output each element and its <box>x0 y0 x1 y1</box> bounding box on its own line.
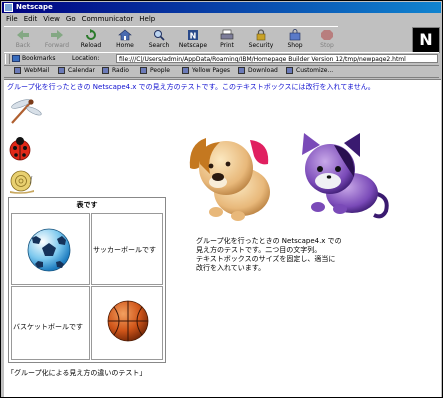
bookmark-icon <box>140 67 147 74</box>
location-field[interactable]: file:///C|/Users/admin/AppData/Roaming/I… <box>116 54 438 63</box>
navigation-toolbar: Back Forward Reload Home Search N Netsca… <box>4 26 338 53</box>
bookmarks-label: Bookmarks <box>22 55 56 62</box>
dog-icon <box>189 138 270 221</box>
browser-window: Netscape File Edit View Go Communicator Help … <box>0 0 443 398</box>
print-icon <box>220 29 234 40</box>
forward-button[interactable]: Forward <box>40 28 74 51</box>
dragonfly-icon <box>11 99 42 124</box>
basketball-text: バスケットボールです <box>13 323 83 331</box>
location-label: Location: <box>72 55 100 62</box>
svg-text:N: N <box>190 32 197 41</box>
netscape-logo[interactable]: N <box>412 27 440 53</box>
bookmark-icon <box>182 67 189 74</box>
search-icon <box>154 30 165 41</box>
netscape-button[interactable]: N Netscape <box>176 28 210 51</box>
netscape-icon: N <box>188 30 198 41</box>
desc-line: グループ化を行ったときの Netscape4.x での <box>196 237 342 245</box>
menu-go[interactable]: Go <box>66 15 76 23</box>
stop-icon <box>321 30 333 40</box>
page-headline: グループ化を行ったときの Netscape4.x での見え方のテストです。このテ… <box>7 83 375 91</box>
bookmark-icon <box>102 67 109 74</box>
print-button[interactable]: Print <box>210 28 244 51</box>
bookmarks-button[interactable]: Bookmarks <box>12 54 56 64</box>
home-button[interactable]: Home <box>108 28 142 51</box>
soccer-text: サッカーボールです <box>93 246 156 254</box>
menu-communicator[interactable]: Communicator <box>82 15 134 23</box>
netscape-app-icon <box>4 3 13 12</box>
basketball-icon <box>107 300 149 342</box>
menu-bar: File Edit View Go Communicator Help <box>3 14 440 25</box>
lock-icon <box>256 29 266 41</box>
menu-view[interactable]: View <box>43 15 60 23</box>
forward-arrow-icon <box>51 30 63 40</box>
soccer-ball-icon <box>27 228 71 272</box>
ladybug-icon <box>9 137 31 161</box>
cat-icon <box>302 133 389 219</box>
window-title: Netscape <box>16 3 53 11</box>
stop-button[interactable]: Stop <box>310 28 344 51</box>
description-textbox: グループ化を行ったときの Netscape4.x での 見え方のテストです。二つ… <box>196 237 346 273</box>
search-button[interactable]: Search <box>142 28 176 51</box>
link-customize[interactable]: Customize... <box>286 66 333 76</box>
shop-button[interactable]: Shop <box>278 28 312 51</box>
back-button[interactable]: Back <box>6 28 40 51</box>
snail-icon <box>10 170 34 194</box>
bookmark-icon <box>14 67 21 74</box>
link-download[interactable]: Download <box>238 66 278 76</box>
desc-line: テキストボックスのサイズを固定し、適当に <box>196 255 336 263</box>
menu-help[interactable]: Help <box>139 15 155 23</box>
bookmark-icon <box>58 67 65 74</box>
security-button[interactable]: Security <box>244 28 278 51</box>
desc-line: 見え方のテストです。二つ目の文字列。 <box>196 246 322 254</box>
reload-button[interactable]: Reload <box>74 28 108 51</box>
page-content: グループ化を行ったときの Netscape4.x での見え方のテストです。このテ… <box>4 79 441 397</box>
link-radio[interactable]: Radio <box>102 66 129 76</box>
location-toolbar: Bookmarks Location: file:///C|/Users/adm… <box>4 52 439 66</box>
link-webmail[interactable]: WebMail <box>14 66 49 76</box>
personal-toolbar: WebMail Calendar Radio People Yellow Pag… <box>4 65 439 78</box>
shop-icon <box>289 29 301 41</box>
home-icon <box>118 29 132 41</box>
content-table: 表です サッカーボールです バスケットボールです <box>8 197 166 363</box>
menu-edit[interactable]: Edit <box>24 15 38 23</box>
bookmark-icon <box>286 67 293 74</box>
back-arrow-icon <box>17 30 29 40</box>
reload-icon <box>86 29 96 40</box>
table-caption: 表です <box>76 201 98 209</box>
desc-line: 改行を入れています。 <box>196 264 266 272</box>
toolbar-grip[interactable] <box>5 54 10 64</box>
title-bar: Netscape <box>2 2 441 13</box>
menu-file[interactable]: File <box>6 15 18 23</box>
link-calendar[interactable]: Calendar <box>58 66 95 76</box>
bookmark-icon <box>238 67 245 74</box>
footnote-text: 「グループ化による見え方の違いのテスト」 <box>7 369 147 377</box>
link-people[interactable]: People <box>140 66 170 76</box>
bookmarks-icon <box>12 55 20 62</box>
link-yellow-pages[interactable]: Yellow Pages <box>182 66 230 76</box>
